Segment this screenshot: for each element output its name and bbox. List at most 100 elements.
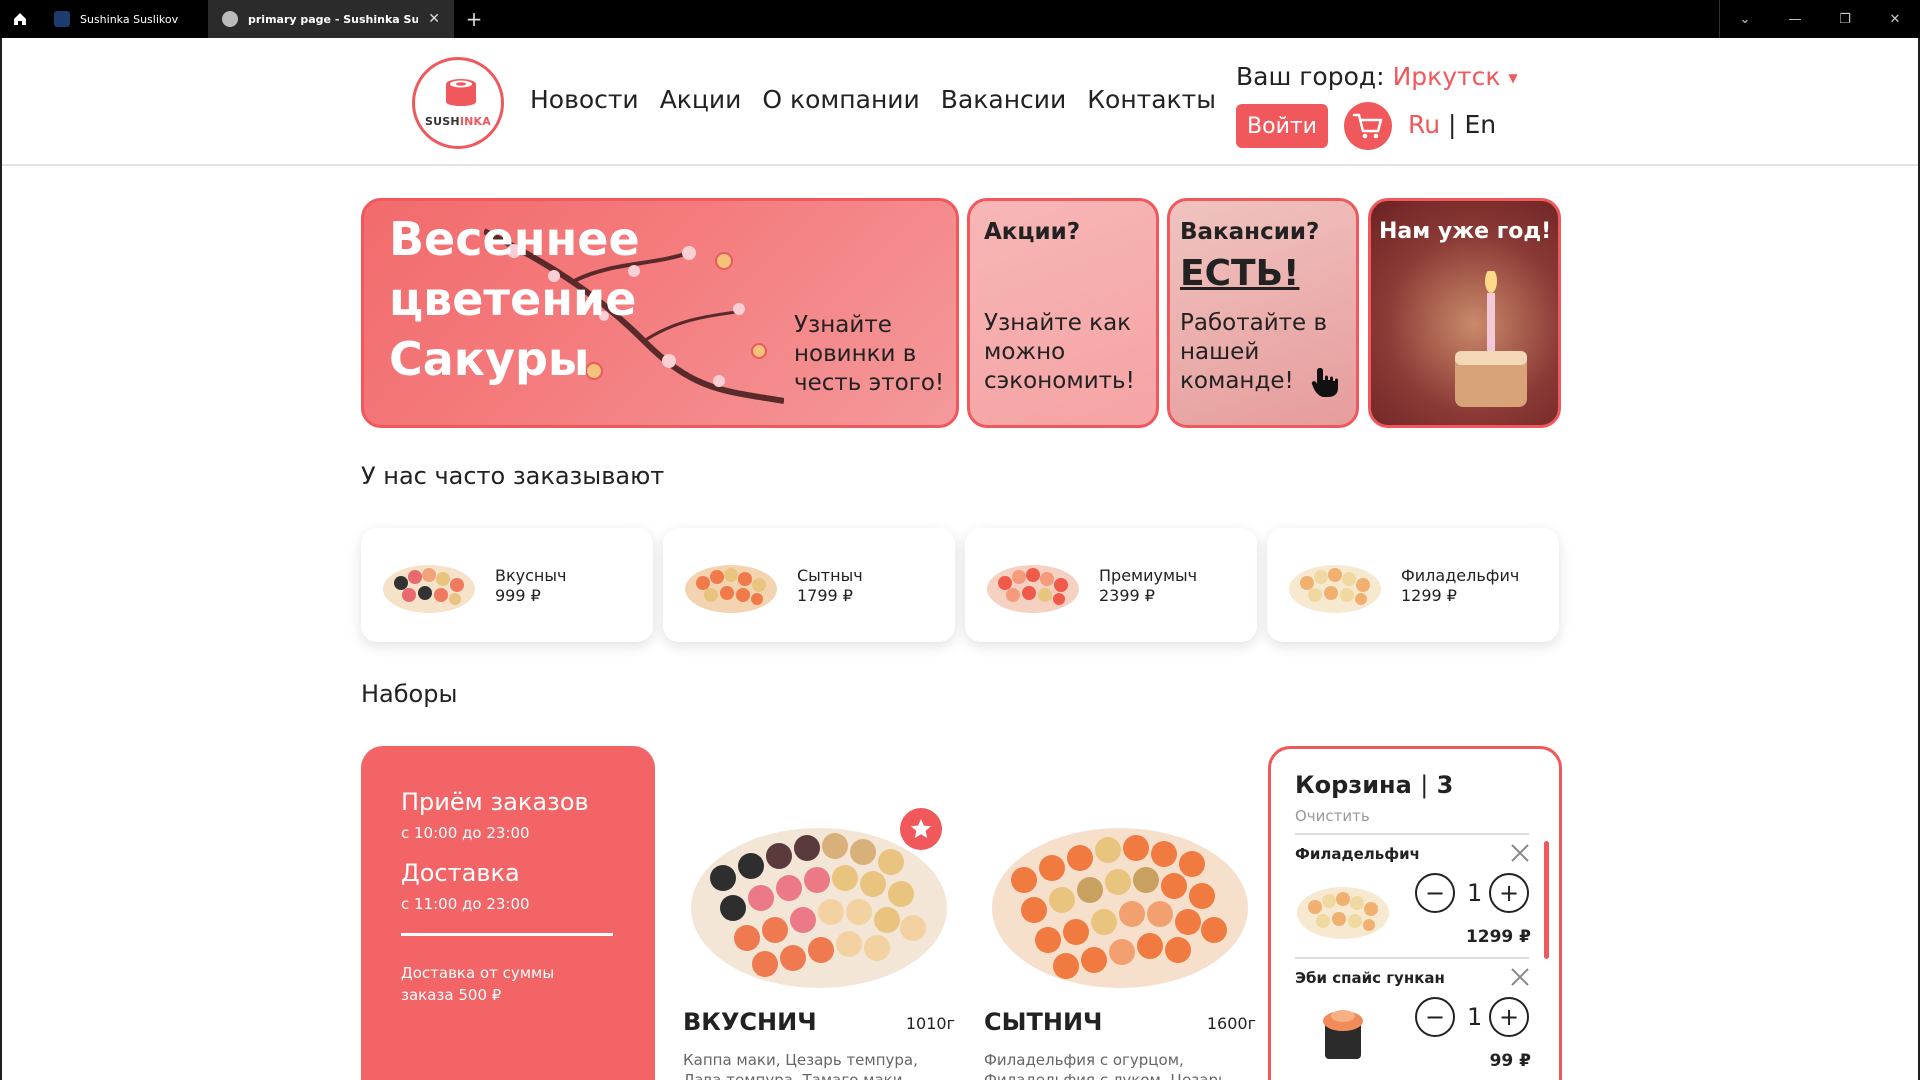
popular-item[interactable]: Сытныч 1799 ₽ — [663, 528, 955, 642]
nav-vacancies[interactable]: Вакансии — [941, 85, 1066, 114]
nav-about[interactable]: О компании — [762, 85, 919, 114]
set-weight: 1600г — [1206, 1014, 1256, 1033]
cart-item-name: Эби спайс гункан — [1295, 969, 1445, 987]
cart-item-name: Филадельфич — [1295, 845, 1420, 863]
lang-en[interactable]: En — [1464, 110, 1496, 139]
set-description: Каппа маки, Цезарь темпура, Лава темпура… — [683, 1051, 918, 1080]
delivery-hours: с 11:00 до 23:00 — [401, 895, 530, 913]
cart-title: Корзина | 3 — [1295, 771, 1454, 799]
cart-item-price: 1299 ₽ — [1465, 927, 1531, 947]
caret-down-icon[interactable]: ▼ — [1508, 71, 1517, 85]
close-window-icon[interactable]: ✕ — [1870, 0, 1920, 38]
set-weight: 1010г — [905, 1014, 955, 1033]
browser-titlebar: Sushinka Suslikov primary page - Sushink… — [0, 0, 1920, 38]
lang-separator: | — [1448, 110, 1457, 139]
pointer-hand-icon — [1311, 368, 1338, 397]
sushi-roll-icon — [446, 79, 476, 106]
remove-item-close-icon[interactable] — [1508, 965, 1532, 989]
city-value[interactable]: Иркутск — [1393, 62, 1501, 91]
birthday-cake-candle-icon — [1455, 271, 1527, 407]
tab-title: primary page - Sushinka Suslikov — [248, 12, 419, 26]
divider — [1295, 833, 1529, 835]
orders-hours: с 10:00 до 23:00 — [401, 824, 530, 842]
restore-icon[interactable]: ❐ — [1820, 0, 1870, 38]
sushi-set-image — [685, 565, 777, 613]
tab-title: Sushinka Suslikov — [80, 12, 179, 26]
home-icon[interactable] — [0, 0, 40, 38]
new-tab-button[interactable]: + — [454, 0, 494, 38]
play-favicon-icon — [222, 11, 238, 27]
increase-quantity-button[interactable]: + — [1489, 997, 1529, 1037]
login-button[interactable]: Войти — [1236, 104, 1328, 148]
cart-clear-button[interactable]: Очистить — [1295, 807, 1370, 825]
banner-jobs-big: ЕСТЬ! — [1180, 253, 1300, 294]
page-viewport: SUSHINKA Новости Акции О компании Ваканс… — [0, 38, 1920, 1080]
set-name: СЫТНИЧ — [984, 1008, 1103, 1036]
popular-item-price: 1799 ₽ — [797, 586, 853, 605]
banner-main-text: Узнайте новинки в честь этого! — [794, 312, 945, 396]
banner-promo-text: Узнайте как можно сэкономить! — [984, 310, 1135, 394]
browser-tab-1[interactable]: Sushinka Suslikov — [40, 0, 208, 38]
quantity-value: 1 — [1467, 879, 1483, 907]
banner-vacancies[interactable]: Вакансии? ЕСТЬ! Работайте в нашей команд… — [1167, 198, 1359, 428]
popular-item-price: 2399 ₽ — [1099, 586, 1155, 605]
window-controls: ⌄ — ❐ ✕ — [1719, 0, 1920, 38]
shopping-cart-icon — [1352, 113, 1383, 139]
tab-list-chevron-icon[interactable]: ⌄ — [1720, 0, 1770, 38]
favorite-star-button[interactable] — [900, 808, 942, 850]
minimize-icon[interactable]: — — [1770, 0, 1820, 38]
delivery-title: Доставка — [401, 859, 520, 887]
set-description: Филадельфия с огурцом, Филадельфия с лук… — [984, 1051, 1227, 1080]
browser-tab-2-active[interactable]: primary page - Sushinka Suslikov ✕ — [208, 0, 454, 38]
banner-sakura[interactable]: Весеннее цветение Сакуры Узнайте новинки… — [361, 198, 959, 428]
sushi-set-image — [1289, 565, 1381, 613]
banner-anniversary[interactable]: Нам уже год! — [1368, 198, 1561, 428]
popular-item-name: Филадельфич — [1401, 566, 1520, 585]
banner-promo-title: Акции? — [984, 219, 1081, 245]
cart-panel: Корзина | 3 Очистить Филадельфич − 1 + 1… — [1268, 746, 1562, 1080]
site-header: SUSHINKA Новости Акции О компании Ваканс… — [2, 38, 1918, 166]
delivery-info-card: Приём заказов с 10:00 до 23:00 Доставка … — [361, 746, 655, 1080]
banner-year-title: Нам уже год! — [1379, 219, 1552, 244]
logo-text: SUSHINKA — [425, 115, 491, 128]
decrease-quantity-button[interactable]: − — [1415, 873, 1455, 913]
site-logo[interactable]: SUSHINKA — [412, 57, 504, 149]
remove-item-close-icon[interactable] — [1508, 841, 1532, 865]
language-switch: Ru | En — [1408, 110, 1496, 139]
sushi-item-image — [1297, 887, 1389, 939]
cart-button[interactable] — [1344, 102, 1392, 150]
sets-section-title: Наборы — [361, 680, 458, 708]
set-name: ВКУСНИЧ — [683, 1008, 817, 1036]
sushi-set-image — [383, 565, 475, 613]
popular-item[interactable]: Филадельфич 1299 ₽ — [1267, 528, 1559, 642]
popular-item[interactable]: Премиумыч 2399 ₽ — [965, 528, 1257, 642]
popular-item-price: 1299 ₽ — [1401, 586, 1457, 605]
banner-jobs-title: Вакансии? — [1180, 219, 1320, 245]
quantity-value: 1 — [1467, 1003, 1483, 1031]
lang-ru[interactable]: Ru — [1408, 110, 1440, 139]
sushi-set-image — [987, 565, 1079, 613]
popular-item-price: 999 ₽ — [495, 586, 541, 605]
gunkan-item-image — [1323, 1010, 1363, 1059]
popular-section-title: У нас часто заказывают — [361, 462, 665, 490]
cart-item-price: 99 ₽ — [1489, 1051, 1531, 1071]
city-label: Ваш город: — [1236, 62, 1385, 91]
city-selector[interactable]: Ваш город: Иркутск ▼ — [1236, 62, 1518, 91]
decrease-quantity-button[interactable]: − — [1415, 997, 1455, 1037]
nav-contacts[interactable]: Контакты — [1087, 85, 1216, 114]
star-icon — [911, 819, 931, 838]
popular-item[interactable]: Вкусныч 999 ₽ — [361, 528, 653, 642]
orders-title: Приём заказов — [401, 788, 589, 816]
nav-promotions[interactable]: Акции — [660, 85, 742, 114]
site-favicon-icon — [54, 11, 70, 27]
increase-quantity-button[interactable]: + — [1489, 873, 1529, 913]
banner-promotions[interactable]: Акции? Узнайте как можно сэкономить! — [967, 198, 1159, 428]
cart-scrollbar[interactable] — [1544, 841, 1549, 959]
nav-news[interactable]: Новости — [530, 85, 639, 114]
sushi-set-image — [992, 828, 1248, 988]
cart-count: 3 — [1436, 771, 1454, 799]
tab-close-icon[interactable]: ✕ — [428, 11, 440, 27]
divider — [401, 933, 613, 936]
popular-item-name: Премиумыч — [1099, 566, 1198, 585]
delivery-minimum-note: Доставка от суммы заказа 500 ₽ — [401, 964, 555, 1004]
